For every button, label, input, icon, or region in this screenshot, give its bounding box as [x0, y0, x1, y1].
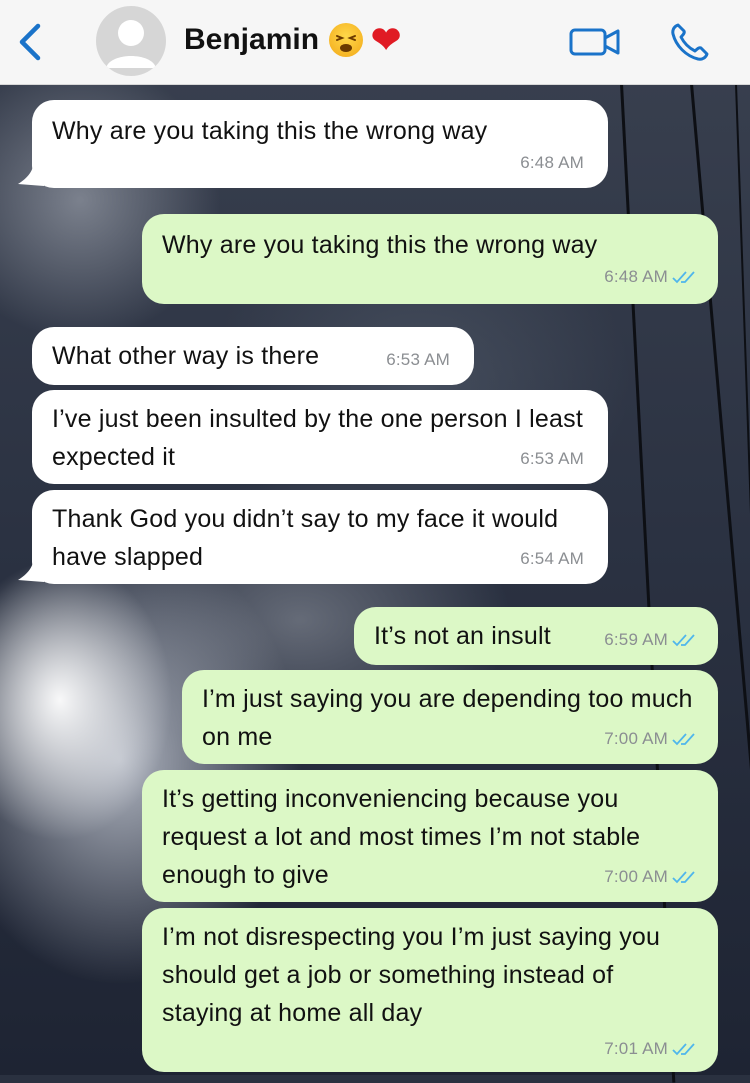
message-timestamp: 6:59 AM [604, 621, 696, 659]
message-bubble-outgoing[interactable]: It’s not an insult 6:59 AM [354, 607, 718, 665]
message-bubble-incoming[interactable]: Why are you taking this the wrong way 6:… [32, 100, 608, 188]
read-ticks-icon [672, 1043, 695, 1056]
message-bubble-incoming[interactable]: What other way is there 6:53 AM [32, 327, 474, 385]
message-bubble-outgoing[interactable]: It’s getting inconveniencing because you… [142, 770, 718, 902]
message-bubble-outgoing[interactable]: Why are you taking this the wrong way 6:… [142, 214, 718, 304]
message-timestamp: 6:48 AM [604, 258, 696, 296]
avatar[interactable] [96, 6, 166, 76]
weary-face-icon [329, 23, 364, 57]
default-avatar-icon [106, 20, 156, 68]
message-bubble-incoming[interactable]: I’ve just been insulted by the one perso… [32, 390, 608, 484]
message-text: Thank God you didn’t say to my face it w… [52, 505, 559, 571]
bubble-tail [18, 160, 44, 186]
chevron-left-icon[interactable] [14, 22, 44, 62]
message-timestamp: 6:48 AM [520, 153, 584, 172]
chat-header: Benjamin ❤ [0, 0, 750, 85]
read-ticks-icon [672, 634, 695, 647]
contact-name-text: Benjamin [184, 23, 320, 56]
message-timestamp: 6:54 AM [520, 549, 584, 568]
message-timestamp: 7:00 AM [604, 858, 696, 896]
red-heart-icon: ❤ [371, 19, 402, 60]
message-text: I’ve just been insulted by the one perso… [52, 405, 583, 471]
message-text: Why are you taking this the wrong way [52, 117, 488, 145]
contact-name[interactable]: Benjamin ❤ [184, 22, 401, 58]
read-ticks-icon [672, 871, 695, 884]
message-timestamp: 6:53 AM [386, 350, 450, 369]
bubble-tail [18, 556, 44, 582]
message-bubble-outgoing[interactable]: I’m just saying you are depending too mu… [182, 670, 718, 764]
message-text: I’m not disrespecting you I’m just sayin… [162, 923, 661, 1027]
video-camera-icon[interactable] [568, 22, 622, 62]
message-bubble-incoming[interactable]: Thank God you didn’t say to my face it w… [32, 490, 608, 584]
message-timestamp: 6:53 AM [520, 449, 584, 468]
message-timestamp: 7:01 AM [604, 1030, 696, 1068]
read-ticks-icon [672, 271, 695, 284]
message-timestamp: 7:00 AM [604, 720, 696, 758]
read-ticks-icon [672, 733, 695, 746]
phone-icon[interactable] [668, 20, 712, 64]
message-bubble-outgoing[interactable]: I’m not disrespecting you I’m just sayin… [142, 908, 718, 1072]
